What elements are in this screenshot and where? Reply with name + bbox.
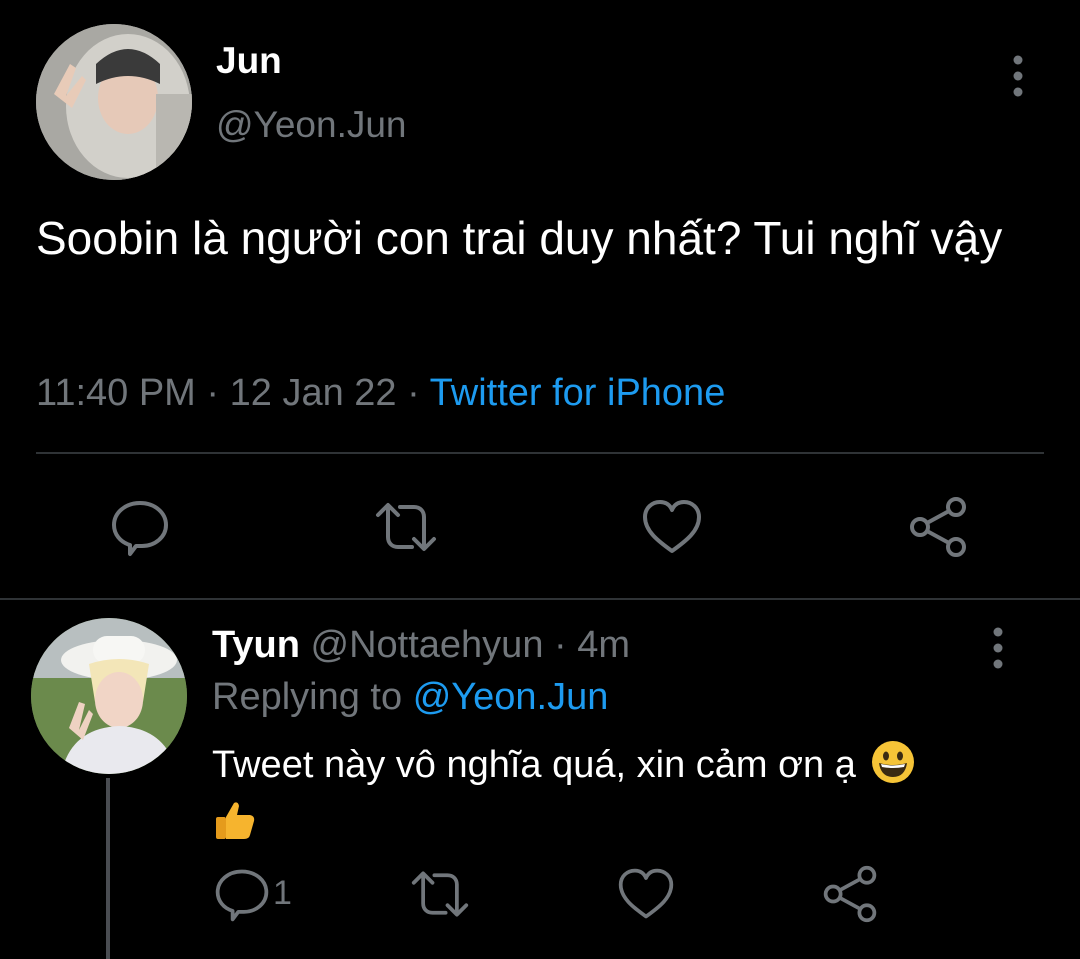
tweet-date[interactable]: 12 Jan 22 bbox=[230, 372, 397, 414]
meta-separator: · bbox=[206, 372, 220, 414]
grinning-face-icon bbox=[870, 739, 916, 785]
retweet-icon[interactable] bbox=[374, 495, 438, 559]
reply-author-handle[interactable]: @Nottaehyun bbox=[311, 624, 544, 666]
retweet-icon[interactable] bbox=[410, 864, 470, 924]
divider bbox=[0, 598, 1080, 600]
reply-age[interactable]: 4m bbox=[577, 624, 630, 666]
author-handle[interactable]: @Yeon.Jun bbox=[216, 104, 407, 146]
thumbs-up-icon bbox=[212, 797, 258, 843]
like-icon[interactable] bbox=[640, 495, 704, 559]
more-options-icon[interactable] bbox=[996, 52, 1040, 100]
author-name[interactable]: Jun bbox=[216, 40, 282, 82]
tweet-time[interactable]: 11:40 PM bbox=[36, 372, 196, 414]
replying-label: Replying to bbox=[212, 676, 403, 718]
reply-text: Tweet này vô nghĩa quá, xin cảm ơn ạ bbox=[212, 744, 856, 786]
share-icon[interactable] bbox=[906, 495, 970, 559]
reply-icon[interactable] bbox=[108, 495, 172, 559]
reply-author-name[interactable]: Tyun bbox=[212, 624, 300, 666]
replying-mention-link[interactable]: @Yeon.Jun bbox=[413, 676, 609, 718]
reply-count: 1 bbox=[273, 874, 292, 912]
divider bbox=[36, 452, 1044, 454]
tweet-source-link[interactable]: Twitter for iPhone bbox=[430, 372, 726, 414]
meta-separator: · bbox=[554, 624, 567, 666]
more-options-icon[interactable] bbox=[976, 624, 1020, 672]
reply-text-container: Tweet này vô nghĩa quá, xin cảm ơn ạ bbox=[212, 736, 992, 852]
like-icon[interactable] bbox=[616, 864, 676, 924]
tweet-text: Soobin là người con trai duy nhất? Tui n… bbox=[36, 212, 1003, 264]
tweet-meta: 11:40 PM · 12 Jan 22 · Twitter for iPhon… bbox=[36, 372, 725, 415]
avatar-tyun[interactable] bbox=[31, 618, 187, 774]
share-icon[interactable] bbox=[820, 864, 880, 924]
thread-line bbox=[106, 778, 110, 959]
replying-to: Replying to @Yeon.Jun bbox=[212, 676, 608, 719]
reply-header: Tyun @Nottaehyun · 4m bbox=[212, 624, 630, 667]
avatar-jun[interactable] bbox=[36, 24, 192, 180]
reply-icon[interactable] bbox=[212, 864, 272, 924]
meta-separator: · bbox=[407, 372, 420, 414]
